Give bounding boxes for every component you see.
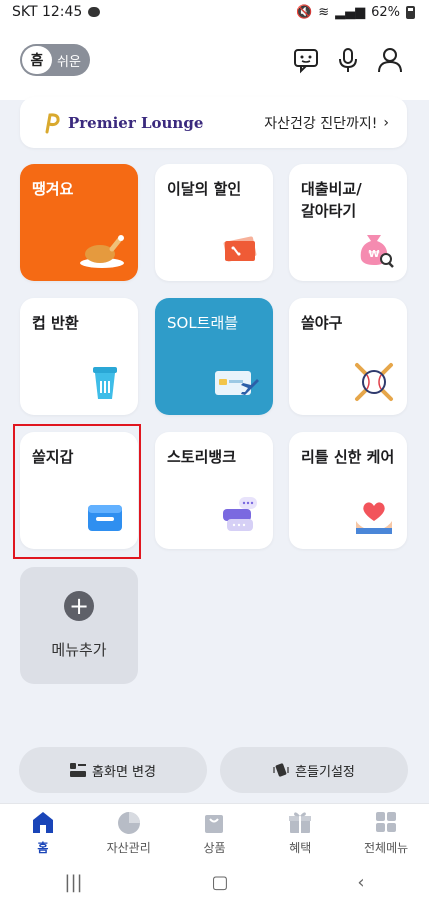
grid-menu-icon <box>376 811 397 832</box>
status-bar: SKT 12:45 🔇 ≋ ▂▄▆ 62% <box>0 0 429 24</box>
nav-label: 홈 <box>37 840 49 855</box>
chevron-right-icon: › <box>383 114 389 131</box>
tile-monthly-discount[interactable]: 이달의 할인 <box>155 164 273 281</box>
tile-label: 이달의 할인 <box>167 180 242 198</box>
tile-label: SOL트래블 <box>167 314 239 332</box>
bottom-navigation: 홈 자산관리 상품 혜택 전체메뉴 <box>0 803 429 860</box>
money-bag-search-icon: ₩ <box>360 235 394 268</box>
tile-little-shinhan-care[interactable]: 리틀 신한 케어 <box>289 432 407 549</box>
gift-icon <box>289 811 312 833</box>
tile-loan-compare[interactable]: 대출비교/ 갈아타기 ₩ <box>289 164 407 281</box>
battery-level: 62% <box>371 4 400 20</box>
cup-icon <box>93 367 117 399</box>
plus-icon: + <box>64 590 94 621</box>
selection-highlight <box>13 424 141 559</box>
nav-label: 상품 <box>203 840 226 855</box>
message-notification-icon <box>88 7 101 17</box>
shopping-bag-icon <box>205 814 224 833</box>
card-plane-icon <box>215 371 259 395</box>
nav-benefits[interactable]: 혜택 <box>260 809 340 856</box>
tile-label: 리틀 신한 케어 <box>301 448 395 466</box>
heart-hands-icon <box>356 502 392 534</box>
tile-story-bank[interactable]: 스토리뱅크 <box>155 432 273 549</box>
tile-sol-travel[interactable]: SOL트래블 <box>155 298 273 415</box>
nav-asset-management[interactable]: 자산관리 <box>89 809 169 856</box>
pie-chart-icon <box>117 811 140 834</box>
tile-label: 쏠야구 <box>301 314 343 332</box>
shake-settings-button[interactable]: 흔들기설정 <box>220 747 408 793</box>
tile-cup-return[interactable]: 컵 반환 <box>20 298 138 415</box>
battery-icon <box>406 5 415 19</box>
coupon-icon <box>223 236 257 262</box>
shake-phone-icon <box>273 763 289 777</box>
microphone-icon[interactable] <box>334 46 362 74</box>
add-menu-label: 메뉴추가 <box>51 640 107 659</box>
svg-text:₩: ₩ <box>368 249 379 260</box>
signal-icon: ▂▄▆ <box>335 4 366 20</box>
premier-lounge-banner[interactable]: Premier Lounge 자산건강 진단까지! › <box>20 97 407 148</box>
toggle-active-label: 홈 <box>22 46 52 74</box>
chatbot-icon[interactable] <box>292 46 320 74</box>
lounge-link-text: 자산건강 진단까지! <box>264 115 378 132</box>
change-home-button[interactable]: 홈화면 변경 <box>19 747 207 793</box>
baseball-icon <box>355 363 393 401</box>
roast-chicken-icon <box>80 235 124 268</box>
add-menu-button[interactable]: + 메뉴추가 <box>20 567 138 684</box>
nav-label: 전체메뉴 <box>363 840 409 855</box>
tile-ddaenggyeoyo[interactable]: 땡겨요 <box>20 164 138 281</box>
nav-label: 자산관리 <box>106 840 151 855</box>
change-home-label: 홈화면 변경 <box>92 764 156 780</box>
toggle-inactive-label: 쉬운 <box>57 54 81 70</box>
tile-label: 땡겨요 <box>32 180 74 198</box>
shake-settings-label: 흔들기설정 <box>295 764 355 780</box>
tile-label: 대출비교/ 갈아타기 <box>301 180 362 220</box>
nav-home[interactable]: 홈 <box>3 809 83 856</box>
nav-products[interactable]: 상품 <box>174 809 254 856</box>
chat-bubbles-icon <box>223 497 257 531</box>
system-back-icon[interactable]: ‹ <box>357 872 364 893</box>
nav-all-menu[interactable]: 전체메뉴 <box>346 809 426 856</box>
tile-label: 스토리뱅크 <box>167 448 237 466</box>
profile-icon[interactable] <box>376 46 404 74</box>
wifi-icon: ≋ <box>318 4 330 20</box>
recent-apps-icon[interactable]: ||| <box>64 872 82 893</box>
premier-logo-icon <box>45 112 60 133</box>
layout-icon <box>70 763 87 777</box>
nav-label: 혜택 <box>289 840 312 855</box>
lounge-brand-name: Premier Lounge <box>68 113 204 132</box>
home-mode-toggle[interactable]: 홈 쉬운 <box>20 44 90 76</box>
mute-icon: 🔇 <box>296 4 313 20</box>
tile-sol-baseball[interactable]: 쏠야구 <box>289 298 407 415</box>
system-navigation-bar: ||| ▢ ‹ <box>0 860 429 905</box>
carrier-time: SKT 12:45 <box>12 4 83 20</box>
home-icon <box>32 811 53 833</box>
tile-label: 컵 반환 <box>32 314 79 332</box>
system-home-icon[interactable]: ▢ <box>211 872 228 893</box>
